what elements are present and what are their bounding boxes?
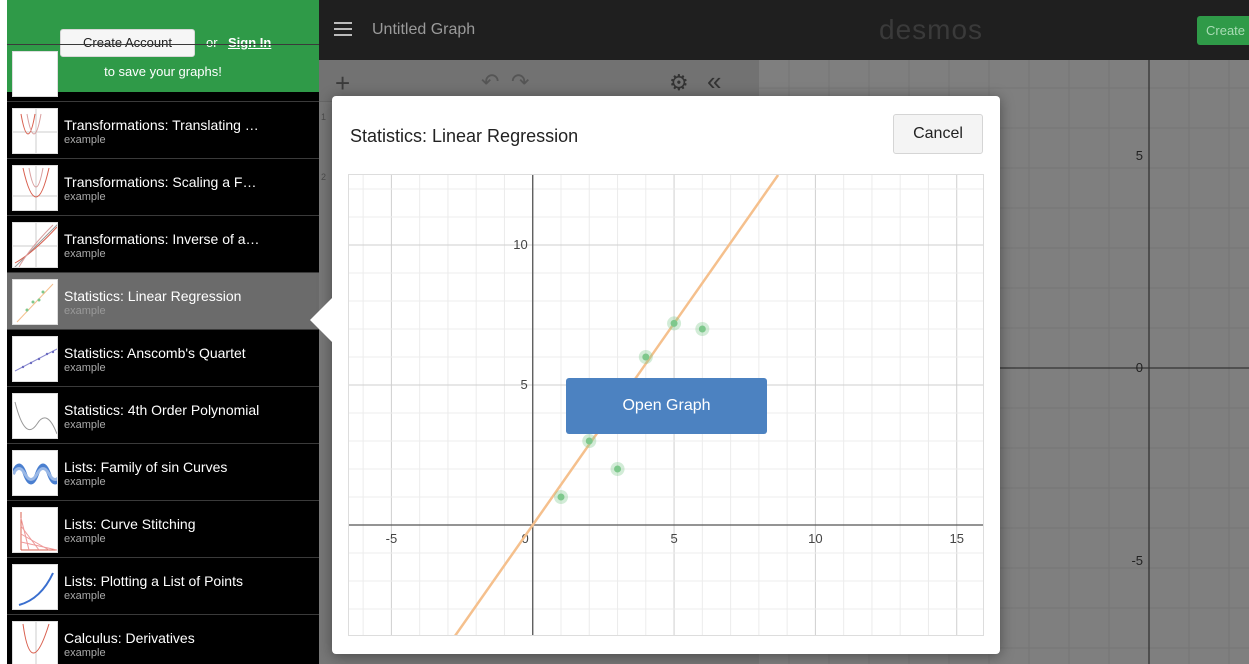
open-graph-button[interactable]: Open Graph — [566, 378, 767, 434]
example-subtitle: example — [64, 134, 106, 146]
derivatives-thumb-icon — [12, 621, 58, 664]
example-item[interactable]: Statistics: 4th Order Polynomial example — [7, 386, 319, 443]
data-point — [585, 437, 593, 445]
example-item[interactable]: Transformations: Translating … example — [7, 101, 319, 158]
quartet-thumb-icon — [12, 336, 58, 382]
y-tick-label: 5 — [520, 377, 527, 392]
top-bar: Untitled Graph desmos Create — [319, 0, 1249, 60]
example-item-partial[interactable] — [7, 44, 319, 101]
examples-sidebar: Create Account or Sign In to save your g… — [7, 0, 319, 664]
data-point — [670, 319, 678, 327]
x-tick-label: 5 — [670, 531, 677, 546]
y-tick-label: 10 — [513, 237, 527, 252]
stitching-thumb-icon — [12, 507, 58, 553]
polynomial-thumb-icon — [12, 393, 58, 439]
example-title: Transformations: Scaling a F… — [64, 174, 257, 190]
example-subtitle: example — [64, 647, 106, 659]
inverse-thumb-icon — [12, 222, 58, 268]
example-subtitle: example — [64, 533, 106, 545]
example-subtitle: example — [64, 362, 106, 374]
example-item[interactable]: Transformations: Scaling a F… example — [7, 158, 319, 215]
example-title: Lists: Curve Stitching — [64, 516, 196, 532]
example-preview-dialog: Statistics: Linear Regression Cancel -5 0… — [332, 96, 1000, 654]
example-title: Lists: Family of sin Curves — [64, 459, 228, 475]
example-subtitle: example — [64, 419, 106, 431]
example-subtitle: example — [64, 590, 106, 602]
data-point — [642, 353, 650, 361]
cancel-button[interactable]: Cancel — [893, 114, 983, 154]
translating-thumb-icon — [12, 108, 58, 154]
example-title: Transformations: Inverse of a… — [64, 231, 260, 247]
example-title: Statistics: Linear Regression — [64, 288, 242, 304]
example-title: Calculus: Derivatives — [64, 630, 195, 646]
example-item[interactable]: Lists: Family of sin Curves example — [7, 443, 319, 500]
menu-icon[interactable] — [334, 22, 352, 36]
example-subtitle: example — [64, 476, 106, 488]
example-subtitle: example — [64, 305, 106, 317]
example-title: Statistics: Anscomb's Quartet — [64, 345, 246, 361]
points-thumb-icon — [12, 564, 58, 610]
data-point — [614, 465, 622, 473]
example-item[interactable]: Statistics: Anscomb's Quartet example — [7, 329, 319, 386]
dialog-title: Statistics: Linear Regression — [350, 126, 579, 146]
example-item[interactable]: Calculus: Derivatives example — [7, 614, 319, 664]
example-item[interactable]: Transformations: Inverse of a… example — [7, 215, 319, 272]
selection-pointer — [310, 298, 332, 342]
sin-thumb-icon — [12, 450, 58, 496]
example-subtitle: example — [64, 191, 106, 203]
desmos-logo: desmos — [879, 14, 984, 45]
regression-thumb-icon — [12, 279, 58, 325]
example-title: Transformations: Translating … — [64, 117, 259, 133]
graph-title[interactable]: Untitled Graph — [372, 21, 475, 39]
partial-thumb-icon — [12, 51, 58, 97]
create-button[interactable]: Create — [1197, 16, 1249, 45]
example-title: Lists: Plotting a List of Points — [64, 573, 243, 589]
example-item-selected[interactable]: Statistics: Linear Regression example — [7, 272, 319, 329]
example-subtitle: example — [64, 248, 106, 260]
example-item[interactable]: Lists: Plotting a List of Points example — [7, 557, 319, 614]
x-tick-label: 10 — [808, 531, 822, 546]
data-point — [557, 493, 565, 501]
x-tick-label: 15 — [949, 531, 963, 546]
data-point — [698, 325, 706, 333]
scaling-thumb-icon — [12, 165, 58, 211]
x-tick-label: -5 — [386, 531, 398, 546]
example-title: Statistics: 4th Order Polynomial — [64, 402, 260, 418]
example-item[interactable]: Lists: Curve Stitching example — [7, 500, 319, 557]
